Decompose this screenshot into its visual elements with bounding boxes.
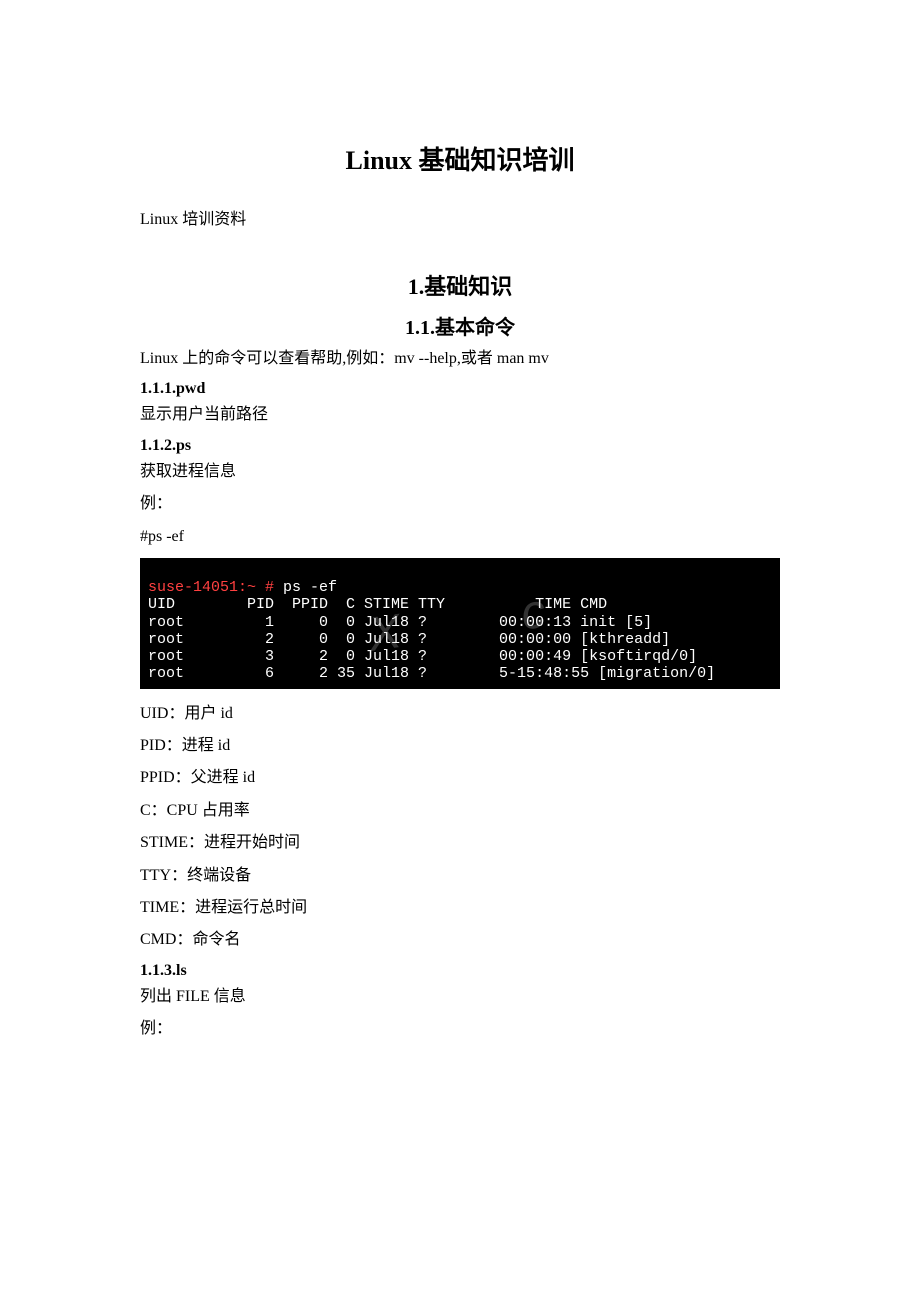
terminal-row: root 3 2 0 Jul18 ? 00:00:49 [ksoftirqd/0… [148, 648, 697, 665]
def-uid: UID：用户 id [140, 703, 780, 725]
section-1-1-1-heading: 1.1.1.pwd [140, 380, 780, 398]
ps-description: 获取进程信息 [140, 461, 780, 483]
intro-paragraph: Linux 上的命令可以查看帮助,例如：mv --help,或者 man mv [140, 348, 780, 370]
ls-description: 列出 FILE 信息 [140, 986, 780, 1008]
ps-command: #ps -ef [140, 526, 780, 548]
terminal-row: root 1 0 0 Jul18 ? 00:00:13 init [5] [148, 614, 652, 631]
def-tty: TTY：终端设备 [140, 865, 780, 887]
def-ppid: PPID：父进程 id [140, 767, 780, 789]
example-label: 例： [140, 493, 780, 515]
section-1-1-heading: 1.1.基本命令 [140, 311, 780, 340]
def-pid: PID：进程 id [140, 735, 780, 757]
section-1-1-3-heading: 1.1.3.ls [140, 962, 780, 980]
page-title: Linux 基础知识培训 [140, 140, 780, 177]
def-c: C：CPU 占用率 [140, 800, 780, 822]
section-1-1-2-heading: 1.1.2.ps [140, 437, 780, 455]
terminal-row: root 2 0 0 Jul18 ? 00:00:00 [kthreadd] [148, 631, 670, 648]
def-cmd: CMD：命令名 [140, 929, 780, 951]
terminal-header-row: UID PID PPID C STIME TTY TIME CMD [148, 596, 607, 613]
terminal-command: ps -ef [274, 579, 337, 596]
def-time: TIME：进程运行总时间 [140, 897, 780, 919]
pwd-description: 显示用户当前路径 [140, 404, 780, 426]
terminal-output: X csuse-14051:~ # ps -ef UID PID PPID C … [140, 558, 780, 689]
subtitle: Linux 培训资料 [140, 205, 780, 229]
terminal-row: root 6 2 35 Jul18 ? 5-15:48:55 [migratio… [148, 665, 715, 682]
def-stime: STIME：进程开始时间 [140, 832, 780, 854]
section-1-heading: 1.基础知识 [140, 269, 780, 301]
document-page: Linux 基础知识培训 Linux 培训资料 1.基础知识 1.1.基本命令 … [0, 0, 920, 1111]
example-label-2: 例： [140, 1018, 780, 1040]
terminal-prompt: suse-14051:~ # [148, 579, 274, 596]
